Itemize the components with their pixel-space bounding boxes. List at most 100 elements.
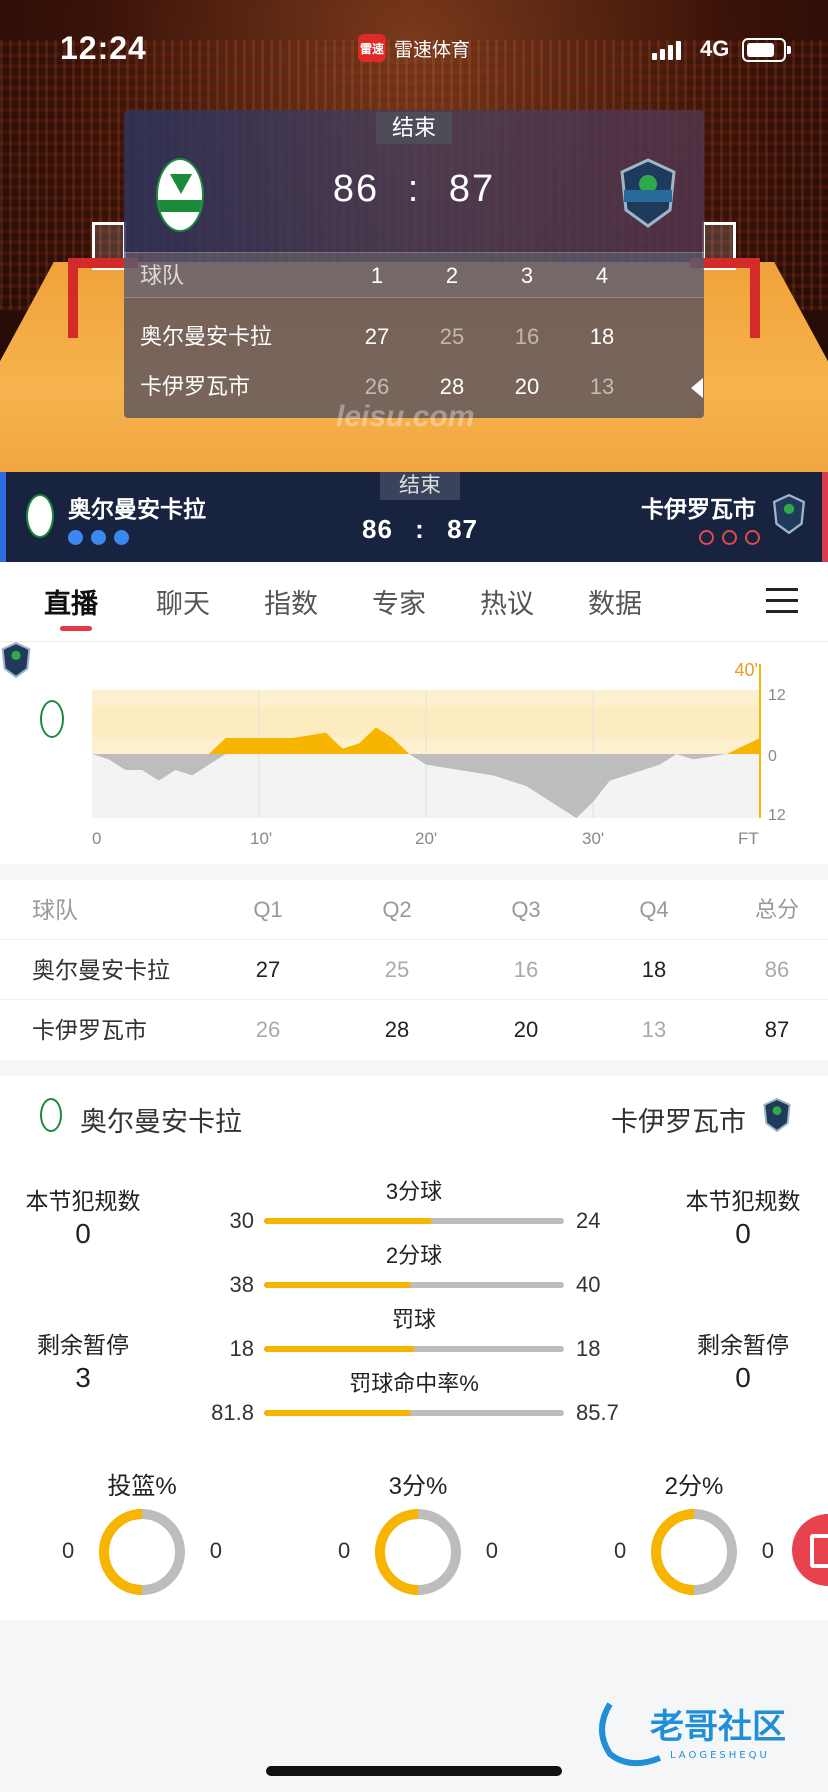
sticky-home-team: 奥尔曼安卡拉 — [68, 496, 206, 522]
sticky-away-score: 87 — [447, 514, 478, 544]
table-row: 卡伊罗瓦市 26 28 20 13 87 — [0, 1000, 828, 1060]
stat-bar-home-value: 30 — [229, 1208, 254, 1233]
home-timeouts-label: 剩余暂停 — [37, 1332, 129, 1358]
stat-bar-home-value: 18 — [229, 1336, 254, 1361]
trend-home-logo — [40, 700, 64, 738]
app-logo-icon: 雷速 — [358, 34, 386, 62]
trend-away-logo — [1, 642, 31, 678]
stat-bar-track — [264, 1282, 564, 1288]
stats-away-logo — [763, 1098, 791, 1132]
signal-icon — [652, 40, 681, 60]
donut-stat-0: 投篮% 0 0 — [62, 1466, 222, 1596]
stat-bar-track — [264, 1218, 564, 1224]
menu-icon[interactable] — [766, 588, 798, 614]
sticky-score: 86 : 87 — [346, 514, 494, 545]
quarter-score: 18 — [589, 324, 615, 349]
home-timeouts-indicator — [68, 530, 129, 545]
stat-bar-title: 3分球 — [385, 1179, 443, 1204]
stat-bar-home-value: 81.8 — [211, 1400, 254, 1425]
stat-bar-away-value: 40 — [576, 1272, 601, 1297]
stat-bar-track — [264, 1410, 564, 1416]
stats-home-team: 奥尔曼安卡拉 — [80, 1107, 242, 1137]
table-cell: 13 — [641, 1017, 667, 1042]
quarter-score: 13 — [589, 374, 615, 399]
stats-away-team: 卡伊罗瓦市 — [611, 1107, 746, 1137]
trend-x-label: 10' — [250, 829, 272, 848]
quarter-header-3: 3 — [520, 263, 534, 288]
network-type: 4G — [700, 36, 730, 61]
tab-live[interactable]: 直播 — [44, 582, 98, 621]
stat-bar-1: 2分球 38 40 — [190, 1238, 638, 1302]
trend-current-minute: 40' — [735, 660, 758, 680]
table-header-q1: Q1 — [253, 897, 283, 922]
watermark: leisu.com — [336, 400, 475, 433]
stat-bar-fill — [264, 1282, 411, 1288]
table-cell: 16 — [513, 957, 539, 982]
stat-bar-fill — [264, 1346, 414, 1352]
donut-chart — [651, 1509, 737, 1595]
donut-chart — [99, 1509, 185, 1595]
away-fouls-value: 0 — [735, 1218, 751, 1249]
away-timeouts-indicator — [699, 530, 760, 545]
stat-bar-away-value: 18 — [576, 1336, 601, 1361]
donut-home-value: 0 — [614, 1538, 627, 1563]
away-timeouts-label: 剩余暂停 — [697, 1332, 789, 1358]
stat-bar-fill — [264, 1218, 431, 1224]
quarter-row-home: 奥尔曼安卡拉 27 25 16 18 — [124, 314, 704, 364]
stat-bar-3: 罚球命中率% 81.8 85.7 — [190, 1366, 638, 1430]
status-time: 12:24 — [60, 30, 147, 66]
quarter-row-team: 奥尔曼安卡拉 — [140, 324, 273, 349]
trend-y-label: 12 — [768, 687, 786, 704]
stat-bar-track — [264, 1346, 564, 1352]
quarter-score: 16 — [514, 324, 540, 349]
footer-logo-text: 老哥社区 — [650, 1707, 786, 1747]
score-trend-chart: 40' 12 0 12 0 10' 20' 30' FT — [0, 642, 828, 864]
app-name: 雷速体育 — [394, 39, 471, 61]
active-tab-indicator — [60, 626, 92, 631]
score-panel: 结束 86 : 87 球队 1 2 3 4 奥尔曼安卡拉 27 25 16 18 — [124, 110, 704, 418]
stat-bar-0: 3分球 30 24 — [190, 1174, 638, 1238]
table-cell: 25 — [384, 957, 410, 982]
quarter-header-2: 2 — [445, 263, 459, 288]
trend-y-label: 0 — [768, 748, 777, 765]
tab-experts[interactable]: 专家 — [372, 582, 426, 621]
table-header-q2: Q2 — [382, 897, 412, 922]
stat-bar-2: 罚球 18 18 — [190, 1302, 638, 1366]
tab-discussion[interactable]: 热议 — [480, 582, 534, 621]
trend-x-label: 0 — [92, 829, 101, 848]
away-score: 87 — [448, 168, 496, 210]
donut-stat-1: 3分% 0 0 — [338, 1466, 498, 1596]
home-team-logo — [156, 158, 204, 232]
home-score: 86 — [332, 168, 380, 210]
stats-home-logo — [40, 1098, 62, 1132]
donut-title: 投篮% — [107, 1473, 177, 1500]
match-hero: 12:24 雷速 雷速体育 4G 结束 86 : 87 球队 1 2 3 4 奥… — [0, 0, 828, 472]
quarter-row-team: 卡伊罗瓦市 — [140, 374, 251, 399]
tab-chat[interactable]: 聊天 — [156, 582, 210, 621]
stat-bar-title: 2分球 — [385, 1243, 443, 1268]
home-fouls-label: 本节犯规数 — [25, 1188, 141, 1214]
sticky-separator: : — [415, 514, 425, 544]
battery-icon — [742, 38, 791, 62]
laoge-community-logo: 老哥社区 LAOGESHEQU — [599, 1702, 786, 1767]
match-status: 结束 — [376, 112, 452, 144]
table-cell: 18 — [641, 957, 667, 982]
donut-away-value: 0 — [485, 1538, 498, 1563]
home-indicator[interactable] — [266, 1766, 562, 1776]
score-separator: : — [407, 168, 421, 210]
tab-data[interactable]: 数据 — [588, 582, 642, 621]
tab-odds[interactable]: 指数 — [264, 582, 318, 621]
donut-away-value: 0 — [761, 1538, 774, 1563]
away-team-logo-small — [772, 494, 806, 534]
table-cell: 28 — [384, 1017, 410, 1042]
quarter-score: 25 — [439, 324, 465, 349]
table-team-name: 奥尔曼安卡拉 — [32, 957, 170, 983]
table-cell-total: 87 — [764, 1017, 790, 1042]
quarter-score: 27 — [364, 324, 390, 349]
donut-title: 2分% — [664, 1473, 724, 1500]
sticky-home-score: 86 — [362, 514, 393, 544]
home-timeouts-value: 3 — [75, 1362, 91, 1393]
stat-bar-home-value: 38 — [229, 1272, 254, 1297]
table-cell: 27 — [255, 957, 281, 982]
trend-x-label: 30' — [582, 829, 604, 848]
